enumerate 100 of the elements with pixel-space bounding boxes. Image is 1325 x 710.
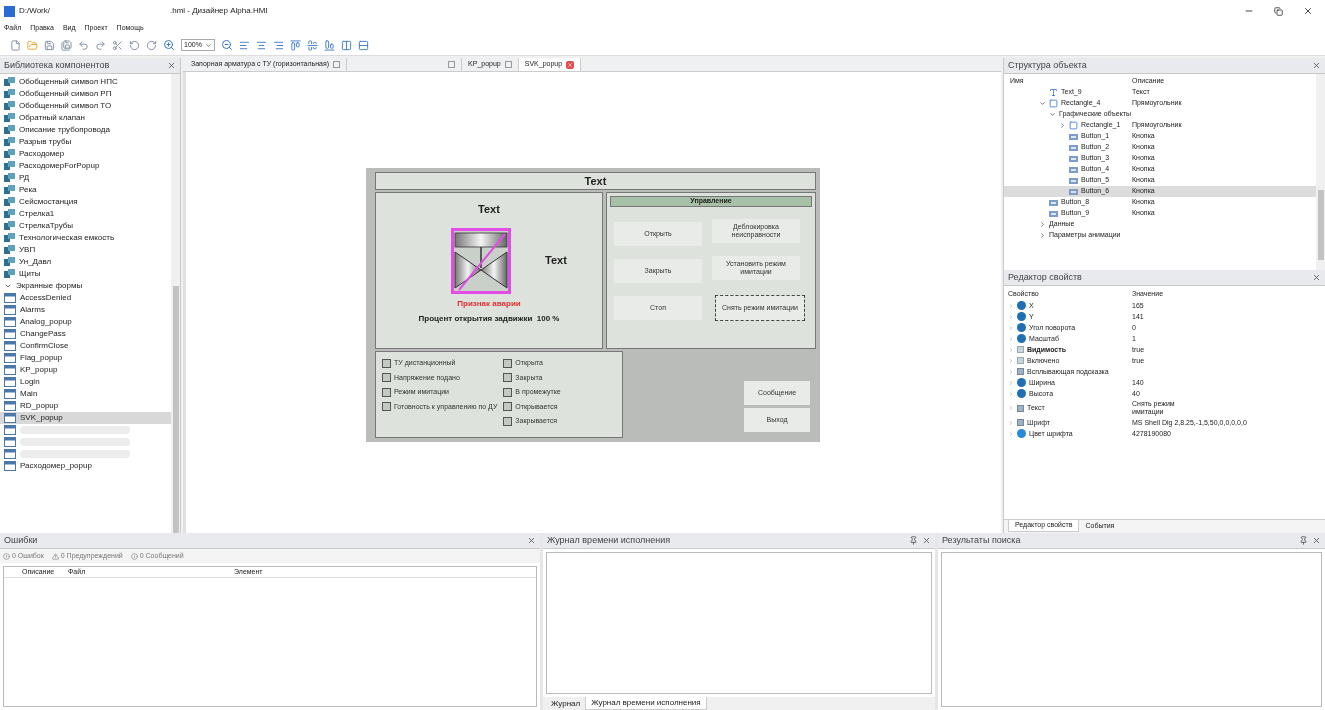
panel-tab[interactable]: Журнал времени исполнения bbox=[585, 697, 707, 710]
restore-icon[interactable] bbox=[1274, 6, 1283, 16]
toolbar-icon[interactable] bbox=[341, 39, 352, 51]
scrollbar[interactable] bbox=[171, 74, 180, 533]
close-icon[interactable] bbox=[922, 536, 931, 545]
percent-text: Процент открытия задвижки 100 % bbox=[418, 312, 560, 325]
toolbar-icon[interactable] bbox=[239, 39, 250, 51]
chevron-icon[interactable] bbox=[1048, 111, 1056, 118]
zoom-out-icon[interactable] bbox=[221, 39, 233, 51]
close-icon[interactable] bbox=[1312, 61, 1321, 70]
library-item[interactable]: Login bbox=[0, 376, 171, 388]
symbol-icon bbox=[4, 245, 15, 255]
toolbar-icon[interactable] bbox=[112, 39, 123, 51]
chevron-icon[interactable] bbox=[4, 282, 12, 290]
toolbar-icon[interactable] bbox=[10, 39, 21, 51]
close-icon[interactable] bbox=[527, 536, 536, 545]
library-item[interactable]: СтрелкаТрубы bbox=[0, 220, 171, 232]
checkbox[interactable] bbox=[503, 416, 513, 426]
library-item[interactable]: Ун_Давл bbox=[0, 256, 171, 268]
checkbox[interactable] bbox=[503, 402, 513, 412]
form-icon bbox=[4, 461, 16, 471]
library-item[interactable]: AccessDenied bbox=[0, 292, 171, 304]
library-item[interactable]: Экранные формы bbox=[0, 280, 171, 292]
library-item[interactable]: Расходомер_popup bbox=[0, 460, 171, 472]
chevron-icon[interactable] bbox=[1038, 221, 1046, 228]
library-item[interactable]: УВП bbox=[0, 244, 171, 256]
library-item[interactable]: Река bbox=[0, 184, 171, 196]
window-title: .hmi - Дизайнер Alpha.HMI bbox=[169, 5, 268, 17]
library-item[interactable]: Alarms bbox=[0, 304, 171, 316]
chevron-icon[interactable] bbox=[1058, 122, 1066, 129]
library-item[interactable]: Технологическая емкость bbox=[0, 232, 171, 244]
symbol-icon bbox=[4, 197, 15, 207]
toolbar-icon[interactable] bbox=[61, 39, 72, 51]
chevron-icon[interactable] bbox=[1038, 100, 1046, 107]
checkbox[interactable] bbox=[382, 402, 391, 412]
close-icon[interactable] bbox=[1312, 273, 1321, 282]
pin-icon[interactable] bbox=[1299, 536, 1308, 545]
panel-title: Журнал времени исполнения bbox=[547, 533, 671, 547]
library-item[interactable]: Обратный клапан bbox=[0, 112, 171, 124]
zoom-in-icon[interactable] bbox=[163, 39, 175, 51]
library-item[interactable]: Описание трубопровода bbox=[0, 124, 171, 136]
symbol-icon bbox=[4, 125, 15, 135]
toolbar-icon[interactable] bbox=[307, 39, 318, 51]
library-item[interactable]: Обобщенный символ ТО bbox=[0, 100, 171, 112]
checkbox[interactable] bbox=[382, 358, 391, 368]
library-item[interactable]: Расходомер bbox=[0, 148, 171, 160]
library-item[interactable]: ConfirmClose bbox=[0, 340, 171, 352]
toolbar-icon[interactable] bbox=[324, 39, 335, 51]
toolbar-icon[interactable] bbox=[78, 39, 89, 51]
toolbar-icon[interactable] bbox=[290, 39, 301, 51]
window-title: D:/Work/ bbox=[19, 5, 50, 17]
symbol-icon bbox=[4, 161, 15, 171]
chevron-icon[interactable] bbox=[1038, 232, 1046, 239]
library-item[interactable]: Сейсмостанция bbox=[0, 196, 171, 208]
checkbox[interactable] bbox=[503, 373, 513, 383]
library-item[interactable]: Обобщенный символ РП bbox=[0, 88, 171, 100]
toolbar-icon[interactable] bbox=[27, 39, 38, 51]
library-item[interactable]: Стрелка1 bbox=[0, 208, 171, 220]
panel-title: Ошибки bbox=[4, 533, 38, 547]
library-item[interactable]: РД bbox=[0, 172, 171, 184]
library-item[interactable]: Щиты bbox=[0, 268, 171, 280]
close-icon[interactable] bbox=[566, 60, 575, 69]
library-item[interactable]: Обобщенный символ НПС bbox=[0, 76, 171, 88]
form-icon bbox=[4, 353, 16, 363]
value-text: Text bbox=[545, 253, 567, 269]
library-item[interactable]: RD_popup bbox=[0, 400, 171, 412]
form-icon bbox=[4, 389, 16, 399]
library-item[interactable]: KP_popup bbox=[0, 364, 171, 376]
library-item[interactable]: SVK_popup bbox=[0, 412, 171, 424]
library-item[interactable]: ChangePass bbox=[0, 328, 171, 340]
chevron-icon[interactable] bbox=[205, 41, 212, 49]
checkbox[interactable] bbox=[503, 358, 513, 368]
close-icon[interactable] bbox=[167, 61, 176, 70]
form-icon bbox=[4, 437, 16, 447]
error-icon bbox=[3, 552, 10, 560]
checkbox[interactable] bbox=[382, 387, 391, 397]
library-item[interactable]: Main bbox=[0, 388, 171, 400]
library-item[interactable]: РасходомерForPopup bbox=[0, 160, 171, 172]
scrollbar[interactable] bbox=[1316, 74, 1325, 270]
panel-tab[interactable]: Журнал bbox=[546, 697, 586, 710]
toolbar-icon[interactable] bbox=[95, 39, 106, 51]
library-item[interactable]: Разрыв трубы bbox=[0, 136, 171, 148]
toolbar-icon[interactable] bbox=[358, 39, 369, 51]
close-icon[interactable] bbox=[1303, 6, 1313, 16]
button-icon bbox=[1069, 166, 1078, 173]
pin-icon[interactable] bbox=[909, 536, 918, 545]
toolbar-icon[interactable] bbox=[273, 39, 284, 51]
library-item[interactable]: Analog_popup bbox=[0, 316, 171, 328]
symbol-icon bbox=[4, 89, 15, 99]
form-icon bbox=[4, 329, 16, 339]
toolbar-icon[interactable] bbox=[129, 39, 140, 51]
checkbox[interactable] bbox=[503, 387, 513, 397]
button-icon bbox=[1069, 155, 1078, 162]
library-item[interactable]: Flag_popup bbox=[0, 352, 171, 364]
toolbar-icon[interactable] bbox=[44, 39, 55, 51]
toolbar-icon[interactable] bbox=[146, 39, 157, 51]
panel-title: Редактор свойств bbox=[1008, 270, 1082, 284]
checkbox[interactable] bbox=[382, 373, 391, 383]
close-icon[interactable] bbox=[1312, 536, 1321, 545]
toolbar-icon[interactable] bbox=[256, 39, 267, 51]
